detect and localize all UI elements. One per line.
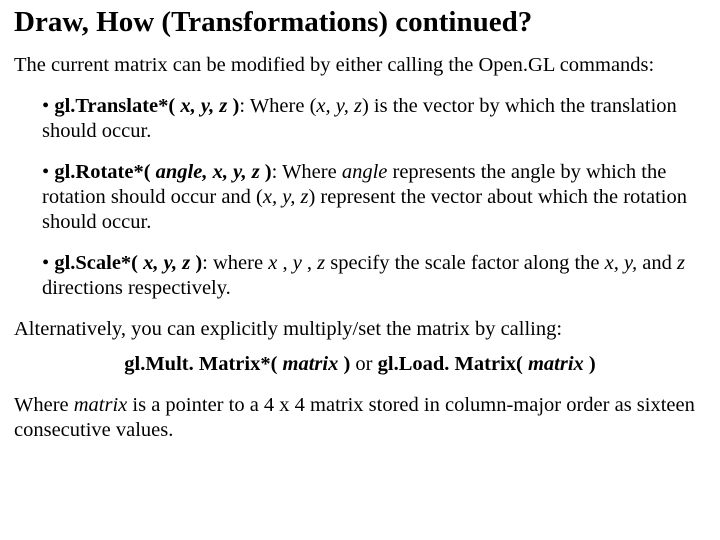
- scale-desc-2: specify the scale factor along the: [325, 252, 604, 274]
- scale-z: z: [317, 252, 325, 274]
- sig-or: or: [350, 353, 377, 375]
- translate-vec: x, y, z: [316, 95, 362, 117]
- fn-args-scale: x, y, z: [143, 252, 190, 274]
- fn-args-rotate: angle, x, y, z: [156, 161, 260, 183]
- multmatrix-arg: matrix: [283, 353, 339, 375]
- fn-close-scale: ): [190, 252, 202, 274]
- slide-root: Draw, How (Transformations) continued? T…: [0, 0, 720, 540]
- slide-title: Draw, How (Transformations) continued?: [14, 6, 706, 39]
- bullet-rotate: • gl.Rotate*( angle, x, y, z ): Where an…: [42, 160, 706, 235]
- scale-desc-3: directions respectively.: [42, 277, 231, 299]
- matrix-signatures: gl.Mult. Matrix*( matrix ) or gl.Load. M…: [14, 352, 706, 377]
- bullet-marker: •: [42, 252, 54, 274]
- scale-mid-3: and: [637, 252, 677, 274]
- rotate-vec: x, y, z: [263, 186, 309, 208]
- loadmatrix-arg: matrix: [528, 353, 584, 375]
- bullet-marker: •: [42, 161, 54, 183]
- scale-x: x: [268, 252, 277, 274]
- where-matrix: matrix: [74, 394, 128, 416]
- fn-name-scale: gl.Scale*(: [54, 252, 143, 274]
- where-paragraph: Where matrix is a pointer to a 4 x 4 mat…: [14, 393, 706, 443]
- scale-zz: z: [677, 252, 685, 274]
- scale-xyz: x, y,: [605, 252, 637, 274]
- fn-name-multmatrix: gl.Mult. Matrix*(: [124, 353, 282, 375]
- multmatrix-close: ): [338, 353, 350, 375]
- scale-mid-2: ,: [302, 252, 317, 274]
- rotate-desc-1: : Where: [272, 161, 342, 183]
- bullet-scale: • gl.Scale*( x, y, z ): where x , y , z …: [42, 251, 706, 301]
- scale-y: y: [293, 252, 302, 274]
- translate-desc-1: : Where (: [239, 95, 316, 117]
- rotate-angle: angle: [342, 161, 388, 183]
- where-pre: Where: [14, 394, 74, 416]
- fn-name-translate: gl.Translate*(: [54, 95, 180, 117]
- alt-paragraph: Alternatively, you can explicitly multip…: [14, 317, 706, 342]
- fn-close-rotate: ): [260, 161, 272, 183]
- fn-close-translate: ): [227, 95, 239, 117]
- fn-name-rotate: gl.Rotate*(: [54, 161, 155, 183]
- fn-args-translate: x, y, z: [180, 95, 227, 117]
- loadmatrix-close: ): [584, 353, 596, 375]
- fn-name-loadmatrix: gl.Load. Matrix(: [378, 353, 528, 375]
- scale-mid-1: ,: [277, 252, 292, 274]
- scale-desc-1: : where: [202, 252, 268, 274]
- bullet-translate: • gl.Translate*( x, y, z ): Where (x, y,…: [42, 94, 706, 144]
- intro-paragraph: The current matrix can be modified by ei…: [14, 53, 706, 78]
- bullet-marker: •: [42, 95, 54, 117]
